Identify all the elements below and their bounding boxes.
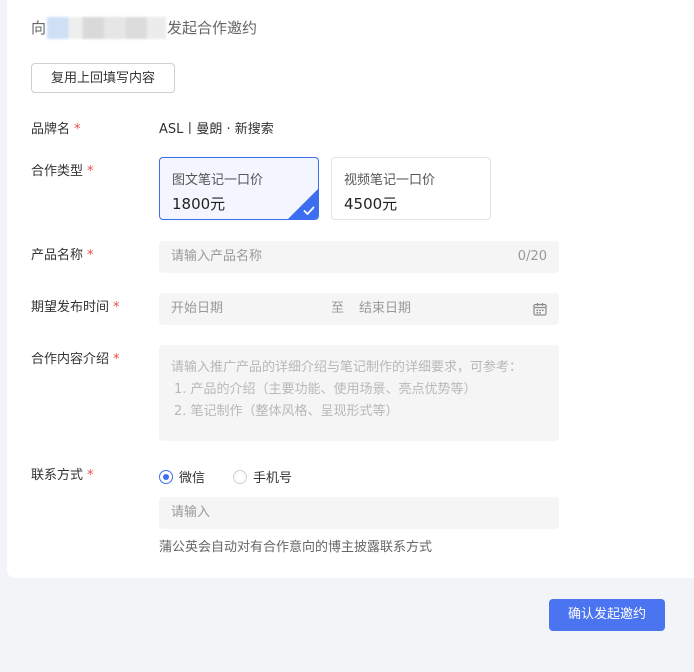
radio-phone[interactable]: 手机号	[233, 467, 292, 486]
brand-value: ASL丨曼朗 · 新搜索	[159, 122, 274, 137]
date-separator: 至	[331, 301, 345, 316]
date-range-picker[interactable]: 开始日期 至 结束日期	[159, 293, 559, 325]
required-mark: *	[113, 352, 120, 367]
option-image-text-note[interactable]: 图文笔记一口价 1800元	[159, 157, 319, 220]
option-title: 视频笔记一口价	[344, 173, 436, 188]
radio-dot	[159, 470, 173, 484]
brand-label-text: 品牌名	[31, 122, 71, 137]
description-label: 合作内容介绍 *	[31, 348, 120, 367]
contact-label: 联系方式 *	[31, 464, 94, 483]
cooperation-type-label: 合作类型 *	[31, 160, 94, 179]
product-name-label-text: 产品名称	[31, 248, 84, 263]
product-name-placeholder: 请输入产品名称	[171, 249, 263, 264]
description-label-text: 合作内容介绍	[31, 352, 110, 367]
contact-hint: 蒲公英会自动对有合作意向的博主披露联系方式	[159, 540, 433, 555]
title-suffix: 发起合作邀约	[167, 19, 258, 37]
option-video-note[interactable]: 视频笔记一口价 4500元	[331, 157, 491, 220]
required-mark: *	[74, 122, 81, 137]
blurred-creator-name	[47, 17, 167, 39]
option-price: 1800元	[172, 195, 226, 213]
required-mark: *	[87, 248, 94, 263]
title-prefix: 向	[31, 19, 47, 37]
start-date-input[interactable]: 开始日期	[171, 293, 223, 325]
brand-label: 品牌名 *	[31, 118, 81, 137]
radio-wechat[interactable]: 微信	[159, 467, 205, 486]
description-placeholder-line: 请输入推广产品的详细介绍与笔记制作的详细要求，可参考：	[171, 360, 523, 375]
end-date-input[interactable]: 结束日期	[359, 293, 411, 325]
required-mark: *	[87, 164, 94, 179]
contact-input[interactable]: 请输入	[159, 497, 559, 529]
description-placeholder-line: 1. 产品的介绍（主要功能、使用场景、亮点优势等）	[174, 382, 477, 397]
radio-label: 手机号	[253, 471, 293, 486]
check-icon	[303, 206, 315, 215]
confirm-invite-button[interactable]: 确认发起邀约	[549, 599, 665, 631]
product-name-label: 产品名称 *	[31, 244, 94, 263]
publish-time-label-text: 期望发布时间	[31, 300, 110, 315]
radio-label: 微信	[179, 471, 206, 486]
char-counter: 0/20	[517, 249, 547, 264]
contact-placeholder: 请输入	[171, 505, 211, 520]
required-mark: *	[87, 468, 94, 483]
description-placeholder-line: 2. 笔记制作（整体风格、呈现形式等）	[174, 404, 399, 419]
required-mark: *	[113, 300, 120, 315]
product-name-input[interactable]: 请输入产品名称 0/20	[159, 241, 559, 273]
page-title: 向 发起合作邀约	[31, 17, 257, 39]
option-price: 4500元	[344, 195, 398, 213]
option-title: 图文笔记一口价	[172, 173, 264, 188]
publish-time-label: 期望发布时间 *	[31, 296, 120, 315]
radio-dot	[233, 470, 247, 484]
cooperation-type-label-text: 合作类型	[31, 164, 84, 179]
reuse-last-content-button[interactable]: 复用上回填写内容	[31, 63, 175, 93]
calendar-icon[interactable]	[533, 302, 547, 316]
description-textarea[interactable]: 请输入推广产品的详细介绍与笔记制作的详细要求，可参考： 1. 产品的介绍（主要功…	[159, 345, 559, 441]
contact-label-text: 联系方式	[31, 468, 84, 483]
